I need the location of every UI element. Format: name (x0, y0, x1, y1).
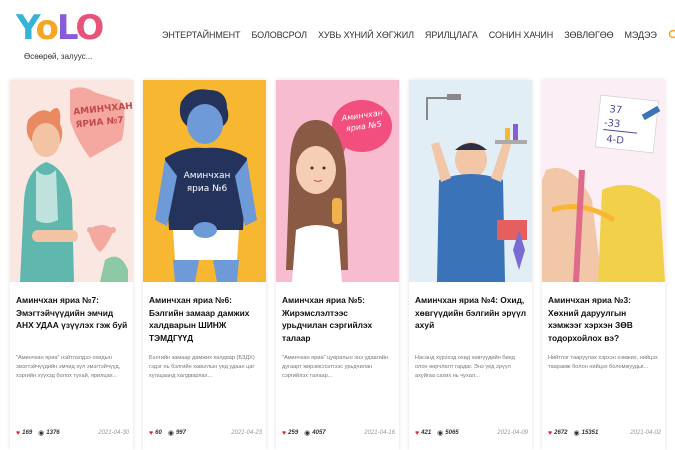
article-card[interactable]: Аминчхан яриа №6 Аминчхан яриа №6: Бэлги… (143, 80, 266, 450)
logo-tagline: Өсөөрөй, залуус... (24, 52, 93, 61)
nav-item-education[interactable]: БОЛОВСРОЛ (251, 30, 307, 40)
thumbnail-caption: АМИНЧХАН ЯРИА №7 (72, 101, 133, 131)
article-excerpt: Насанд хүрэхэд охид хөвгүүдийн биед олон… (415, 355, 515, 379)
publish-date: 2021-04-16 (364, 430, 395, 436)
heart-icon[interactable]: ♥ (16, 430, 20, 437)
view-count: 1376 (46, 430, 60, 436)
heart-icon[interactable]: ♥ (415, 430, 419, 437)
eye-icon: ◉ (38, 430, 45, 437)
heart-icon[interactable]: ♥ (282, 430, 286, 437)
search-icon[interactable] (668, 29, 675, 41)
site-logo[interactable]: YoLO Өсөөрөй, залуус... (12, 8, 104, 68)
publish-date: 2021-04-09 (497, 430, 528, 436)
article-excerpt: "Аминчхан яриа" цувралын энэ удаагийн ду… (282, 355, 389, 379)
article-excerpt: Бэлгийн замаар дамжих халдвар (БЗДХ) гэд… (149, 355, 255, 379)
article-thumbnail[interactable] (409, 80, 532, 282)
nav-item-advice[interactable]: ЗӨВЛӨГӨӨ (564, 30, 613, 40)
view-count: 15351 (581, 430, 599, 436)
article-stats: ♥ 421 ◉ 5065 2021-04-09 (415, 428, 528, 438)
article-stats: ♥ 2672 ◉ 15351 2021-04-02 (548, 428, 661, 438)
article-card[interactable]: АМИНЧХАН ЯРИА №7 Аминчхан яриа №7: Эмэгт… (10, 80, 133, 450)
illustration-shower (409, 80, 532, 282)
thumbnail-caption: Аминчхан яриа №6 (183, 171, 231, 194)
nav-item-curious[interactable]: СОНИН ХАЧИН (489, 30, 554, 40)
publish-date: 2021-04-23 (231, 430, 262, 436)
like-count: 421 (421, 430, 432, 436)
article-stats: ♥ 60 ◉ 997 2021-04-23 (149, 428, 262, 438)
article-title[interactable]: Аминчхан яриа №5: Жирэмслэлтээс урьдчила… (282, 294, 395, 344)
article-excerpt: Нийтлэг тааруулах хэрхэн хэмжих, нийцэх … (548, 355, 658, 370)
main-nav: ЭНТЕРТАЙНМЕНТ БОЛОВСРОЛ ХУВЬ ХҮНИЙ ХӨГЖИ… (162, 28, 675, 42)
article-title[interactable]: Аминчхан яриа №7: Эмэгтэйчүүдийн эмчид А… (16, 294, 129, 332)
article-grid: АМИНЧХАН ЯРИА №7 Аминчхан яриа №7: Эмэгт… (10, 80, 670, 450)
publish-date: 2021-04-30 (98, 430, 129, 436)
svg-text:4-D: 4-D (606, 134, 625, 147)
eye-icon: ◉ (304, 430, 311, 437)
article-stats: ♥ 169 ◉ 1376 2021-04-30 (16, 428, 129, 438)
article-excerpt: "Аминчхан яриа" нэйтлэлдээ охидын эмэгтэ… (16, 355, 121, 379)
article-card[interactable]: 37 -33 4-D Аминчхан яриа №3: Хөхний дару… (542, 80, 665, 450)
like-count: 259 (288, 430, 299, 436)
site-header: YoLO Өсөөрөй, залуус... ЭНТЕРТАЙНМЕНТ БО… (0, 0, 675, 72)
article-card[interactable]: Аминчхан яриа №5 Аминчхан яриа №5: Жирэм… (276, 80, 399, 450)
illustration-measure: 37 -33 4-D (542, 80, 665, 282)
heart-icon[interactable]: ♥ (548, 430, 552, 437)
svg-text:37: 37 (609, 104, 623, 116)
article-title[interactable]: Аминчхан яриа №4: Охид, хөвгүүдийн бэлги… (415, 294, 528, 332)
article-card[interactable]: Аминчхан яриа №4: Охид, хөвгүүдийн бэлги… (409, 80, 532, 450)
article-thumbnail[interactable]: Аминчхан яриа №6 (143, 80, 266, 282)
article-title[interactable]: Аминчхан яриа №6: Бэлгийн замаар дамжих … (149, 294, 262, 344)
article-title[interactable]: Аминчхан яриа №3: Хөхний даруулгын хэмжэ… (548, 294, 661, 344)
article-thumbnail[interactable]: Аминчхан яриа №5 (276, 80, 399, 282)
publish-date: 2021-04-02 (630, 430, 661, 436)
view-count: 5065 (445, 430, 459, 436)
eye-icon: ◉ (437, 430, 444, 437)
view-count: 997 (175, 430, 186, 436)
heart-icon[interactable]: ♥ (149, 430, 153, 437)
like-count: 2672 (554, 430, 568, 436)
logo-wordmark: YoLO (16, 8, 104, 48)
eye-icon: ◉ (573, 430, 580, 437)
nav-item-entertainment[interactable]: ЭНТЕРТАЙНМЕНТ (162, 30, 241, 40)
article-stats: ♥ 259 ◉ 4057 2021-04-16 (282, 428, 395, 438)
nav-item-personal-development[interactable]: ХУВЬ ХҮНИЙ ХӨГЖИЛ (318, 30, 414, 40)
article-thumbnail[interactable]: 37 -33 4-D (542, 80, 665, 282)
like-count: 60 (155, 430, 162, 436)
article-thumbnail[interactable]: АМИНЧХАН ЯРИА №7 (10, 80, 133, 282)
nav-item-news[interactable]: МЭДЭЭ (625, 30, 657, 40)
svg-text:-33: -33 (603, 118, 620, 131)
eye-icon: ◉ (167, 430, 174, 437)
nav-item-interview[interactable]: ЯРИЛЦЛАГА (425, 30, 478, 40)
view-count: 4057 (312, 430, 326, 436)
like-count: 169 (22, 430, 33, 436)
